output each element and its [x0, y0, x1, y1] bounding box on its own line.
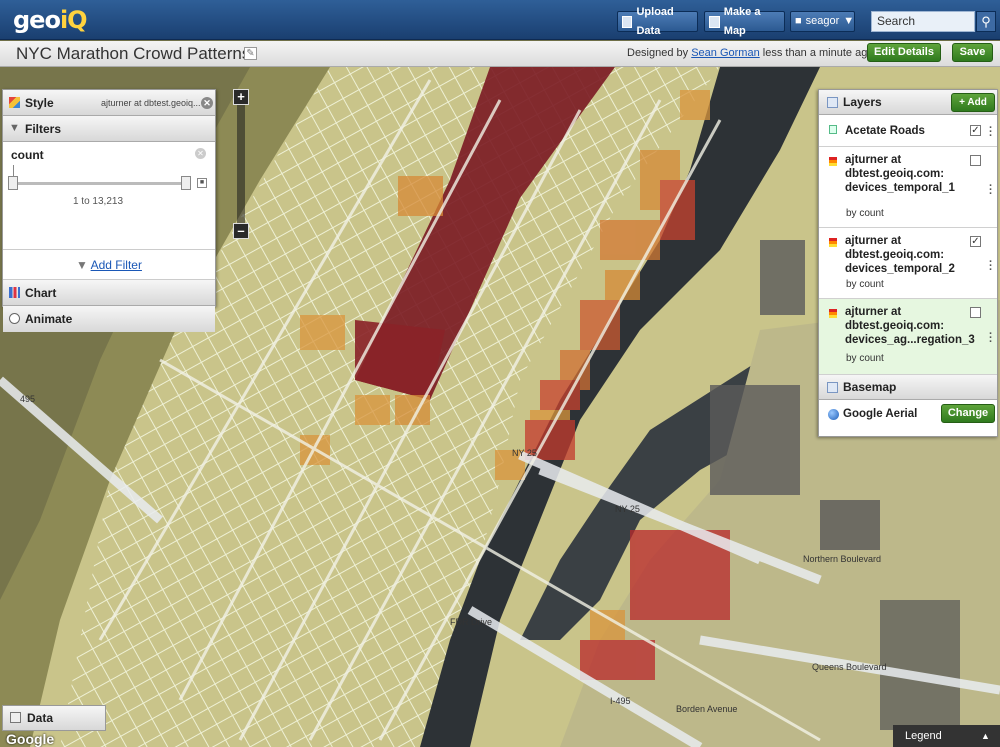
zoom-in-button[interactable]: + — [233, 89, 249, 105]
top-bar: geoiQ Upload Data Make a Map ■ seagor ▼ Se… — [0, 0, 1000, 40]
filters-header[interactable]: ▼ Filters — [3, 116, 215, 142]
upload-icon — [622, 15, 633, 28]
map-label-ny25-b: NY 25 — [615, 504, 640, 514]
layer-visibility-checkbox[interactable]: ✓ — [970, 236, 981, 247]
filter-icon: ▼ — [76, 258, 88, 272]
filter-range-text: 1 to 13,213 — [72, 196, 124, 207]
zoom-out-button[interactable]: – — [233, 223, 249, 239]
filter-item: count ✕ ■ 1 to 13,213 — [3, 142, 215, 250]
layer-row-devices-temporal-1[interactable]: ajturner at dbtest.geoiq.com: devices_te… — [819, 147, 997, 228]
layer-style-text: by count — [846, 353, 884, 364]
zoom-control: + – — [233, 89, 249, 239]
save-button[interactable]: Save — [952, 43, 993, 62]
layer-style-text: by count — [846, 208, 884, 219]
legend-toggle[interactable]: Legend ▲ — [893, 725, 1000, 747]
map-label-i495: I-495 — [610, 696, 631, 706]
basemap-row: Google Aerial Change — [819, 400, 997, 428]
heat-layer-icon — [829, 309, 837, 318]
make-a-map-button[interactable]: Make a Map — [704, 6, 785, 37]
layer-menu-icon[interactable]: · · · — [989, 181, 993, 200]
map-label-fdr: FDR Drive — [450, 617, 492, 627]
left-panel: Style ajturner at dbtest.geoiq... ✕ ▼ Fi… — [2, 89, 216, 332]
layer-row-acetate-roads[interactable]: Acetate Roads ✓ · · · — [819, 115, 997, 147]
layer-visibility-checkbox[interactable] — [970, 155, 981, 166]
change-basemap-button[interactable]: Change — [941, 404, 995, 423]
geoiq-logo[interactable]: geoiQ — [13, 6, 88, 34]
clock-icon — [9, 313, 20, 324]
author-link[interactable]: Sean Gorman — [691, 47, 759, 59]
map-label-495: 495 — [20, 394, 35, 404]
title-bar: NYC Marathon Crowd Patterns ✎ Designed b… — [0, 41, 1000, 67]
filter-name: count — [11, 148, 44, 162]
lock-icon[interactable]: ■ — [197, 178, 207, 188]
slider-max-handle[interactable] — [181, 176, 191, 190]
heat-layer-icon — [829, 238, 837, 247]
layer-row-devices-aggregation-3[interactable]: ajturner at dbtest.geoiq.com: devices_ag… — [819, 299, 997, 375]
layer-menu-icon[interactable]: · · · — [989, 123, 993, 142]
map-label-borden-ave: Borden Avenue — [676, 704, 737, 714]
globe-icon — [828, 409, 839, 420]
designed-by-text: Designed by Sean Gorman less than a minu… — [627, 47, 874, 59]
layer-visibility-checkbox[interactable] — [970, 307, 981, 318]
upload-data-button[interactable]: Upload Data — [617, 6, 698, 37]
layers-header: Layers + Add — [819, 90, 997, 115]
layer-name: ajturner at dbtest.geoiq.com: devices_te… — [845, 154, 955, 194]
style-icon — [9, 97, 20, 108]
layer-menu-icon[interactable]: · · · — [989, 257, 993, 276]
close-icon[interactable]: ✕ — [201, 97, 213, 109]
chevron-up-icon: ▲ — [981, 731, 990, 741]
filter-range-slider[interactable] — [13, 182, 187, 185]
map-label-ny25: NY 25 — [512, 448, 537, 458]
edit-title-icon[interactable]: ✎ — [244, 47, 257, 60]
chevron-down-icon: ▼ — [843, 15, 855, 27]
layer-name: ajturner at dbtest.geoiq.com: devices_ag… — [845, 306, 975, 346]
map-label-northern-blvd: Northern Boulevard — [803, 554, 881, 564]
map-icon — [709, 15, 720, 28]
edit-details-button[interactable]: Edit Details — [867, 43, 941, 62]
heat-layer-icon — [829, 157, 837, 166]
layers-panel: Layers + Add Acetate Roads ✓ · · · ajturne… — [818, 89, 998, 437]
add-layer-button[interactable]: + Add — [951, 93, 995, 112]
slider-min-handle[interactable] — [8, 176, 18, 190]
layer-row-devices-temporal-2[interactable]: ajturner at dbtest.geoiq.com: devices_te… — [819, 228, 997, 299]
layer-style-text: by count — [846, 279, 884, 290]
map-label-queens-blvd: Queens Boulevard — [812, 662, 887, 672]
layer-name: ajturner at dbtest.geoiq.com: devices_te… — [845, 235, 955, 275]
layer-menu-icon[interactable]: · · · — [989, 329, 993, 348]
basemap-header: Basemap — [819, 375, 997, 400]
layer-name: Acetate Roads — [845, 125, 925, 137]
remove-filter-icon[interactable]: ✕ — [195, 148, 206, 159]
search-icon[interactable]: ⚲ — [976, 11, 996, 32]
zoom-slider[interactable] — [237, 105, 245, 223]
user-menu-button[interactable]: ■ seagor ▼ — [790, 11, 855, 32]
bar-chart-icon — [9, 287, 20, 298]
table-icon — [10, 712, 21, 723]
search-input[interactable]: Search — [871, 11, 975, 32]
style-layer-name: ajturner at dbtest.geoiq... — [101, 98, 201, 108]
google-logo[interactable]: Google — [6, 731, 54, 747]
page-title: NYC Marathon Crowd Patterns — [16, 44, 251, 63]
add-filter-row: ▼ Add Filter — [3, 250, 215, 280]
add-filter-link[interactable]: Add Filter — [91, 258, 142, 272]
filter-icon: ▼ — [9, 122, 20, 134]
style-header[interactable]: Style ajturner at dbtest.geoiq... ✕ — [3, 90, 215, 116]
basemap-name: Google Aerial — [843, 408, 918, 420]
animate-header[interactable]: Animate — [3, 306, 215, 332]
basemap-icon — [827, 382, 838, 393]
user-icon: ■ — [795, 15, 802, 27]
data-panel-tab[interactable]: Data — [2, 705, 106, 731]
layer-visibility-checkbox[interactable]: ✓ — [970, 125, 981, 136]
roads-layer-icon — [829, 125, 837, 134]
chart-header[interactable]: Chart — [3, 280, 215, 306]
layers-icon — [827, 97, 838, 108]
